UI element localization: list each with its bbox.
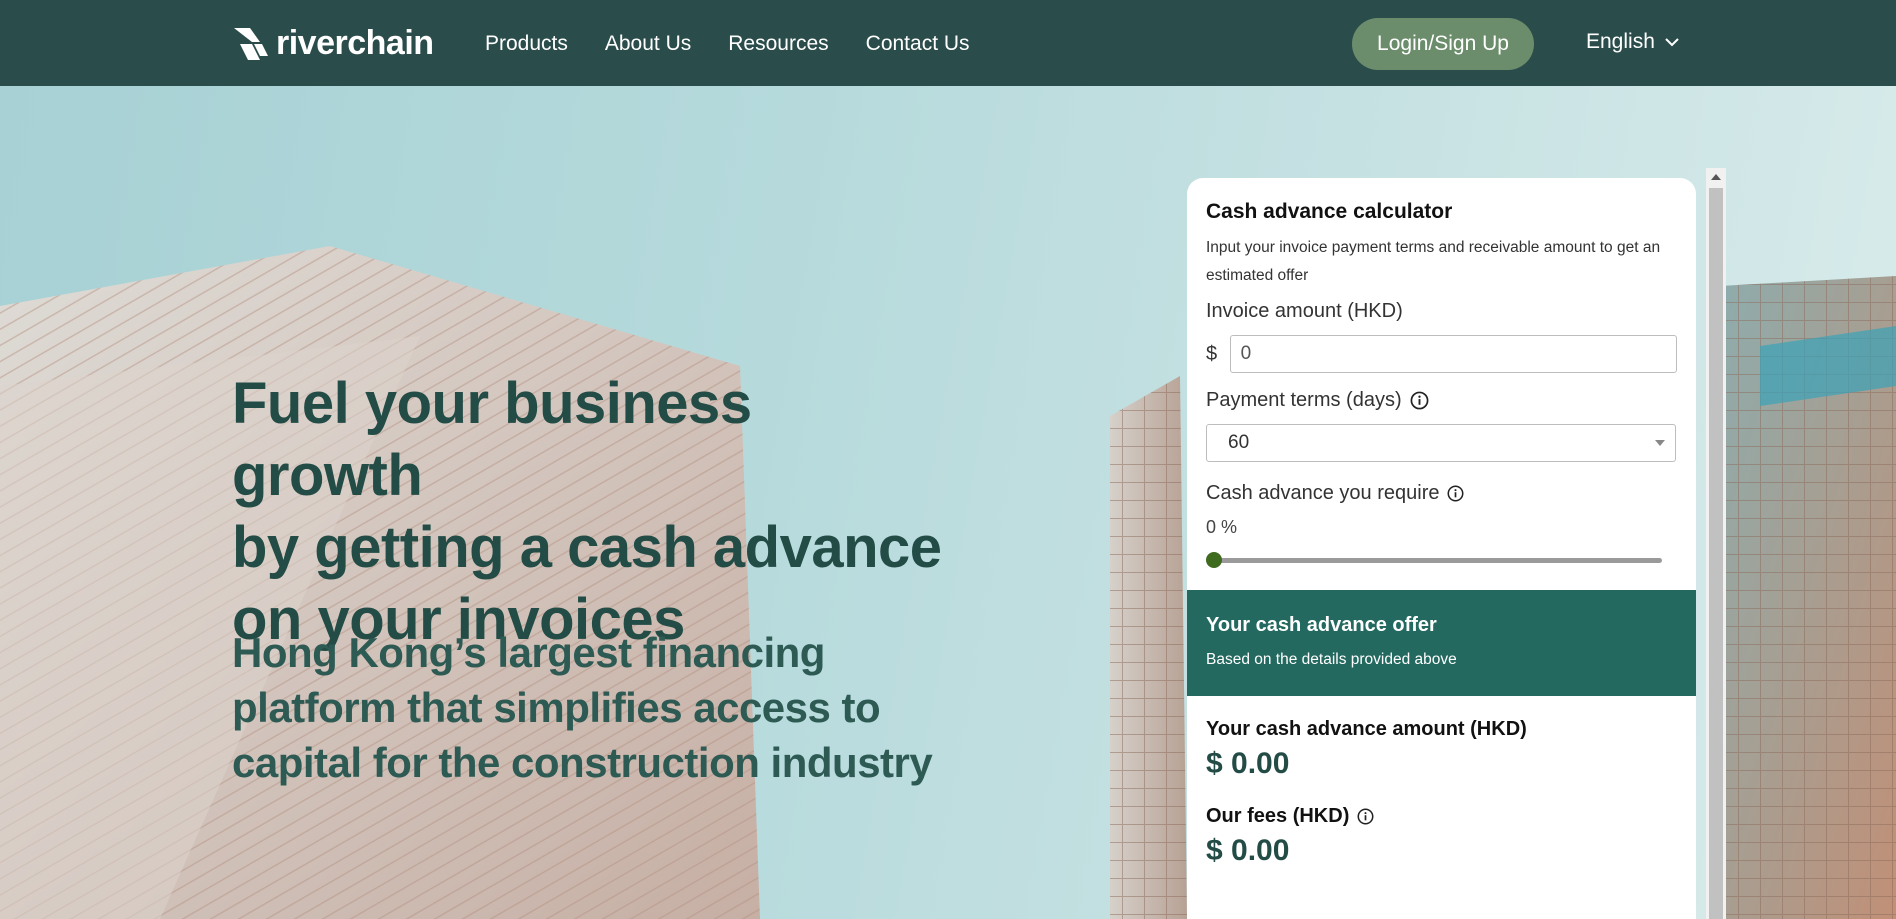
hero-title-line: Fuel your business growth xyxy=(232,371,752,508)
fees-label: Our fees (HKD) xyxy=(1206,805,1677,828)
brand-name: riverchain xyxy=(276,24,434,62)
scrollbar-thumb[interactable] xyxy=(1709,188,1723,919)
offer-title: Your cash advance offer xyxy=(1206,614,1437,636)
invoice-amount-label: Invoice amount (HKD) xyxy=(1206,300,1677,323)
payment-terms-label: Payment terms (days) xyxy=(1206,389,1677,412)
invoice-amount-label-text: Invoice amount (HKD) xyxy=(1206,300,1403,322)
payment-terms-value: 60 xyxy=(1228,432,1250,453)
chevron-down-icon xyxy=(1665,37,1679,46)
cash-advance-slider[interactable] xyxy=(1206,552,1666,568)
nav-resources[interactable]: Resources xyxy=(728,32,828,56)
invoice-amount-row: $ xyxy=(1206,335,1677,373)
slider-thumb[interactable] xyxy=(1206,552,1222,568)
slider-track xyxy=(1210,558,1662,563)
payment-terms-select[interactable]: 60 xyxy=(1206,424,1676,462)
cash-advance-amount-label-text: Your cash advance amount (HKD) xyxy=(1206,718,1527,740)
fees-label-text: Our fees (HKD) xyxy=(1206,805,1350,827)
hero-subtitle-line: platform that simplifies access to xyxy=(232,684,881,731)
hero-title-line: by getting a cash advance xyxy=(232,515,942,580)
top-navigation-bar: riverchain Products About Us Resources C… xyxy=(0,0,1896,86)
language-selector[interactable]: English xyxy=(1586,30,1679,54)
hero-subtitle: Hong Kong’s largest financing platform t… xyxy=(232,625,972,790)
nav-products[interactable]: Products xyxy=(485,32,568,56)
cash-advance-required-label: Cash advance you require xyxy=(1206,482,1677,505)
nav-contact-us[interactable]: Contact Us xyxy=(866,32,970,56)
cash-advance-required-label-text: Cash advance you require xyxy=(1206,482,1440,504)
hero-subtitle-line: capital for the construction industry xyxy=(232,739,933,786)
payment-terms-label-text: Payment terms (days) xyxy=(1206,389,1402,411)
cash-advance-percent: 0 % xyxy=(1206,517,1238,537)
brand-logo[interactable]: riverchain xyxy=(232,24,434,63)
dropdown-arrow-icon xyxy=(1655,440,1665,446)
info-icon[interactable] xyxy=(1447,485,1464,502)
invoice-amount-input[interactable] xyxy=(1229,335,1677,373)
riverchain-logo-icon xyxy=(234,27,268,60)
scroll-up-arrow-icon[interactable] xyxy=(1711,174,1721,180)
calculator-scrollbar[interactable] xyxy=(1706,168,1726,919)
fees-value: $ 0.00 xyxy=(1206,834,1290,867)
cash-advance-calculator: Cash advance calculator Input your invoi… xyxy=(1187,178,1696,919)
cash-advance-offer-banner: Your cash advance offer Based on the det… xyxy=(1187,590,1696,696)
language-label: English xyxy=(1586,30,1655,53)
offer-subtitle: Based on the details provided above xyxy=(1206,651,1457,668)
calculator-title: Cash advance calculator xyxy=(1206,200,1453,223)
cash-advance-amount-value: $ 0.00 xyxy=(1206,747,1290,780)
calculator-description: Input your invoice payment terms and rec… xyxy=(1206,239,1661,284)
main-nav: Products About Us Resources Contact Us xyxy=(485,32,1007,56)
nav-about-us[interactable]: About Us xyxy=(605,32,691,56)
hero-title: Fuel your business growth by getting a c… xyxy=(232,368,952,656)
info-icon[interactable] xyxy=(1357,808,1374,825)
login-signup-button[interactable]: Login/Sign Up xyxy=(1352,18,1534,70)
hero-subtitle-line: Hong Kong’s largest financing xyxy=(232,629,825,676)
cash-advance-amount-label: Your cash advance amount (HKD) xyxy=(1206,718,1677,741)
currency-symbol: $ xyxy=(1206,342,1218,365)
info-icon[interactable] xyxy=(1410,391,1429,410)
